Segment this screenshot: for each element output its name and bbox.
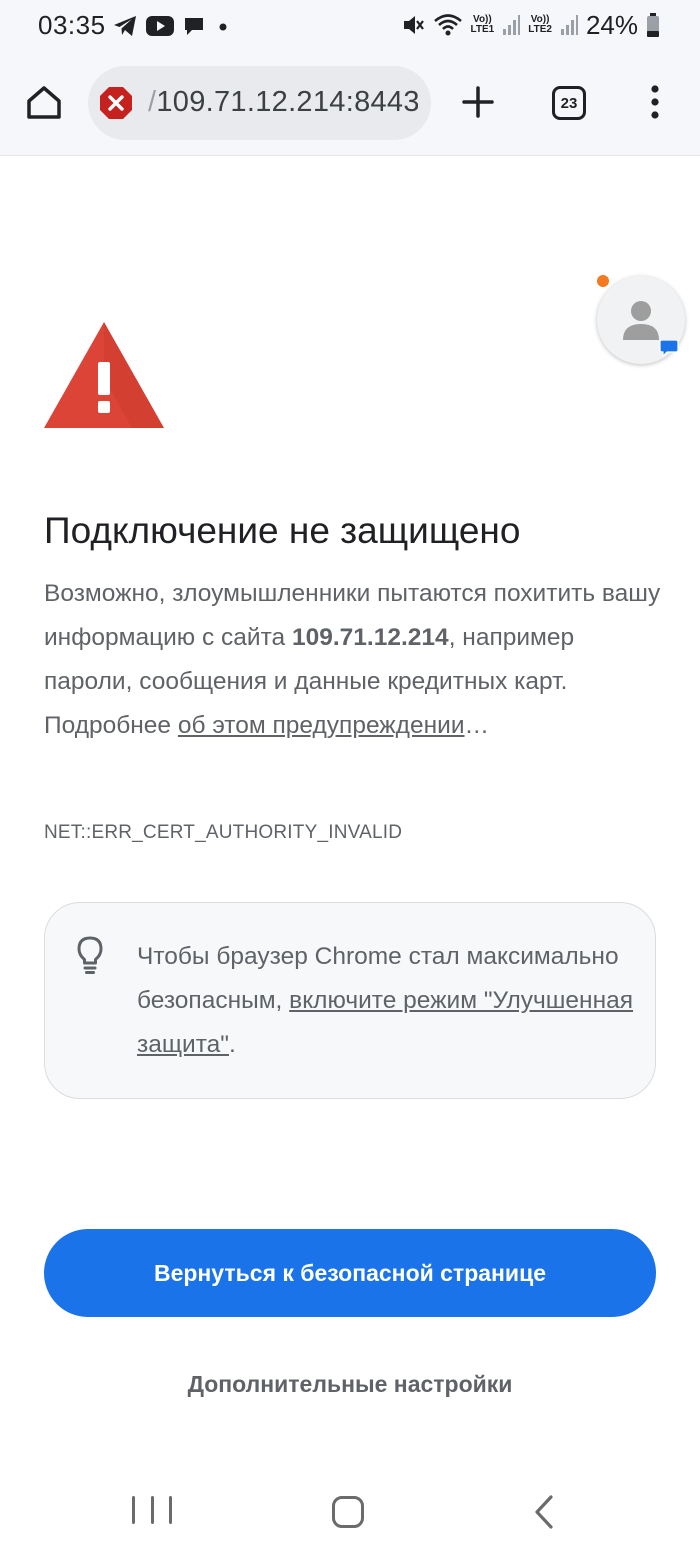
recent-apps-icon-bar — [150, 1496, 154, 1524]
browser-toolbar: /109.71.12.214:8443 23 — [0, 52, 700, 156]
battery-icon — [647, 13, 659, 37]
site-host: 109.71.12.214 — [292, 624, 449, 651]
youtube-icon — [146, 16, 174, 36]
recent-apps-icon-bar — [132, 1496, 135, 1524]
tab-count: 23 — [560, 94, 578, 112]
error-code: NET::ERR_CERT_AUTHORITY_INVALID — [44, 822, 403, 843]
person-icon — [623, 301, 659, 340]
plus-icon — [462, 86, 494, 118]
more-vert-icon — [651, 85, 659, 119]
system-icons: Vo)) LTE1 Vo)) LTE2 24% — [401, 8, 660, 42]
advanced-settings-button[interactable]: Дополнительные настройки — [140, 1362, 560, 1406]
enhanced-protection-text: Чтобы браузер Chrome стал максимально бе… — [137, 943, 634, 1058]
wifi-icon — [433, 14, 462, 36]
home-icon — [27, 86, 61, 119]
warning-description: Возможно, злоумышленники пытаются похити… — [44, 580, 661, 739]
notification-icons — [112, 12, 232, 40]
sim2-tag: Vo)) LTE2 — [528, 14, 552, 35]
recent-apps-icon-bar — [169, 1496, 172, 1524]
system-navigation-bar — [0, 1470, 700, 1556]
page-title: Подключение не защищено — [44, 510, 521, 551]
battery-percent: 24% — [585, 9, 638, 40]
new-tab-button[interactable] — [456, 80, 500, 124]
recent-apps-button[interactable] — [132, 1496, 172, 1530]
back-icon[interactable] — [530, 1494, 560, 1530]
mute-icon — [403, 16, 424, 34]
chat-icon — [185, 18, 203, 35]
notification-dot — [597, 275, 609, 287]
telegram-icon — [114, 16, 136, 36]
address-bar[interactable]: /109.71.12.214:8443 — [88, 66, 431, 140]
back-to-safety-button[interactable]: Вернуться к безопасной странице — [44, 1229, 656, 1317]
signal-icon — [560, 15, 578, 35]
enhanced-protection-card: Чтобы браузер Chrome стал максимально бе… — [44, 902, 656, 1099]
floating-chat-bubble[interactable] — [597, 275, 685, 364]
url-text-container: /109.71.12.214:8443 — [148, 66, 418, 140]
tab-switcher-button[interactable]: 23 — [552, 86, 586, 120]
dot-icon — [219, 23, 227, 31]
message-badge-icon — [659, 340, 679, 356]
status-bar: 03:35 Vo)) LTE1 Vo)) LTE2 24% — [0, 0, 700, 52]
learn-more-link[interactable]: об этом предупреждении — [178, 712, 465, 739]
nav-home-button[interactable] — [332, 1496, 364, 1528]
not-secure-icon[interactable] — [98, 85, 134, 121]
status-time: 03:35 — [38, 10, 106, 40]
home-button[interactable] — [22, 80, 66, 124]
lightbulb-icon — [77, 936, 103, 974]
sim1-tag: Vo)) LTE1 — [470, 14, 495, 35]
signal-icon — [503, 15, 521, 35]
url-text: /109.71.12.214:8443 — [148, 86, 418, 118]
more-menu-button[interactable] — [640, 80, 670, 124]
warning-triangle-icon — [44, 322, 164, 428]
